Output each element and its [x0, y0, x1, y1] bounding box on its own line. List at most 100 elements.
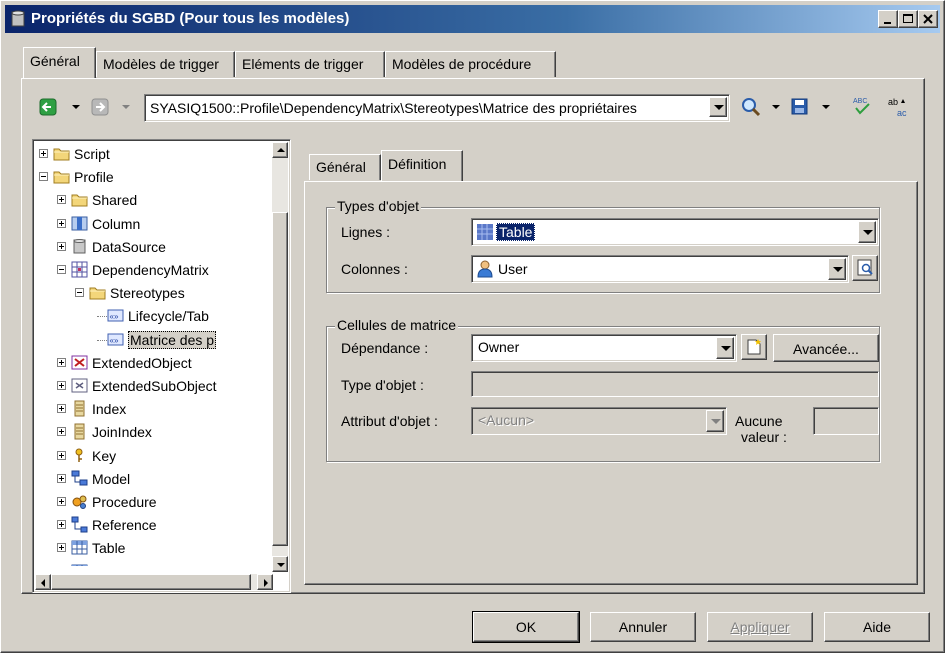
tab-inner-general[interactable]: Général [309, 154, 381, 180]
scroll-up-button[interactable] [272, 142, 288, 158]
tree-horizontal-scrollbar[interactable] [35, 574, 273, 590]
tree-node[interactable]: Tablespace [35, 561, 271, 566]
dependance-combobox[interactable]: Owner [471, 334, 737, 362]
tree-vertical-scrollbar[interactable] [272, 142, 288, 572]
tab-modeles-trigger[interactable]: Modèles de trigger [96, 51, 235, 77]
tree-node[interactable]: Profile [35, 166, 271, 188]
collapse-icon[interactable] [75, 288, 84, 298]
tree-node[interactable]: DependencyMatrix [35, 259, 271, 281]
spellcheck-button[interactable]: ABC [851, 95, 875, 119]
expand-icon[interactable] [57, 473, 66, 483]
colonnes-dropdown-button[interactable] [828, 258, 846, 280]
forward-button[interactable] [91, 98, 111, 116]
save-dropdown-arrow[interactable] [822, 105, 830, 109]
database-icon [11, 10, 25, 27]
expand-icon[interactable] [57, 520, 66, 530]
svg-text:ac: ac [897, 108, 907, 118]
tree-node[interactable]: Shared [35, 189, 271, 211]
tree-node[interactable]: Index [35, 398, 271, 420]
tree-node[interactable]: Script [35, 143, 271, 165]
expand-icon[interactable] [57, 427, 66, 437]
forward-dropdown-arrow[interactable] [122, 105, 130, 109]
tablespace-icon [71, 564, 88, 566]
attribut-objet-combobox[interactable]: <Aucun> [471, 407, 727, 435]
expand-icon[interactable] [57, 218, 66, 228]
expand-icon[interactable] [57, 357, 66, 367]
tree-node[interactable]: Model [35, 468, 271, 490]
find-button[interactable] [741, 97, 763, 117]
group-title: Cellules de matrice [335, 317, 459, 333]
arrow-left-icon [39, 98, 57, 116]
scroll-thumb[interactable] [272, 212, 288, 546]
lignes-combobox[interactable]: Table [471, 218, 879, 246]
tree-node[interactable]: ExtendedSubObject [35, 375, 271, 397]
scroll-left-button[interactable] [35, 574, 51, 590]
collapse-icon[interactable] [57, 265, 66, 274]
procedure-icon [72, 495, 87, 509]
expand-icon[interactable] [57, 195, 66, 205]
tree-node[interactable]: Reference [35, 514, 271, 536]
back-button[interactable] [39, 98, 59, 116]
replace-button[interactable]: ab ac [885, 95, 911, 119]
folder-icon [53, 148, 70, 161]
annuler-button[interactable]: Annuler [590, 612, 696, 642]
tree-node-label: DependencyMatrix [92, 262, 209, 278]
tab-modeles-procedure[interactable]: Modèles de procédure [385, 51, 556, 77]
tab-elements-trigger[interactable]: Eléments de trigger [235, 51, 385, 77]
type-objet-label: Type d'objet : [341, 377, 424, 393]
avancee-button[interactable]: Avancée... [773, 334, 879, 362]
tree-node[interactable]: «» Lifecycle/Tab [35, 305, 271, 327]
close-button[interactable] [918, 10, 938, 28]
expand-icon[interactable] [57, 450, 66, 460]
tree-node[interactable]: Stereotypes [35, 282, 271, 304]
tree-node[interactable]: Procedure [35, 491, 271, 513]
tree-node-label: Key [92, 447, 117, 464]
type-objet-field[interactable] [471, 371, 879, 397]
tab-general[interactable]: Général [23, 47, 96, 78]
appliquer-label: Appliquer [730, 619, 790, 635]
expand-icon[interactable] [57, 241, 66, 251]
colonnes-properties-button[interactable] [852, 255, 878, 281]
appliquer-button[interactable]: Appliquer [707, 612, 813, 642]
tree-view[interactable]: Script Profile Shared Column DataSource Depen… [35, 142, 273, 566]
tree-node[interactable]: Table [35, 537, 271, 559]
expand-icon[interactable] [57, 404, 66, 414]
title-bar[interactable]: Propriétés du SGBD (Pour tous les modèle… [5, 5, 940, 33]
attribut-dropdown-button[interactable] [706, 410, 724, 432]
scroll-right-button[interactable] [257, 574, 273, 590]
save-button[interactable] [791, 98, 811, 116]
path-dropdown-button[interactable] [709, 97, 727, 117]
properties-icon [857, 259, 873, 276]
tree-node[interactable]: DataSource [35, 236, 271, 258]
colonnes-combobox[interactable]: User [471, 255, 849, 283]
tree-node[interactable]: JoinIndex [35, 421, 271, 443]
tree-node[interactable]: Key [35, 445, 271, 467]
tree-node[interactable]: Column [35, 213, 271, 235]
collapse-icon[interactable] [39, 172, 48, 182]
find-dropdown-arrow[interactable] [772, 105, 780, 109]
tab-label: Général [316, 159, 366, 175]
expand-icon[interactable] [57, 497, 66, 506]
floppy-icon [791, 98, 808, 115]
ok-button[interactable]: OK [473, 612, 579, 642]
tree-node[interactable]: «» Matrice des p [35, 329, 271, 351]
tree-node-label: ExtendedSubObject [92, 378, 217, 394]
profile-tree[interactable]: Script Profile Shared Column DataSource Depen… [32, 139, 291, 593]
expand-icon[interactable] [39, 149, 48, 158]
aide-button[interactable]: Aide [824, 612, 930, 642]
scroll-down-button[interactable] [272, 556, 288, 572]
back-dropdown-arrow[interactable] [72, 105, 80, 109]
tree-node[interactable]: ExtendedObject [35, 352, 271, 374]
tab-definition[interactable]: Définition [381, 150, 463, 181]
minimize-button[interactable] [878, 10, 898, 28]
path-combobox[interactable]: SYASIQ1500::Profile\DependencyMatrix\Ste… [144, 94, 730, 122]
aucune-valeur-field[interactable] [813, 407, 879, 435]
new-dependance-button[interactable] [741, 334, 767, 360]
maximize-button[interactable] [898, 10, 918, 28]
lignes-dropdown-button[interactable] [858, 221, 876, 243]
hscroll-thumb[interactable] [51, 574, 251, 590]
expand-icon[interactable] [57, 381, 66, 390]
expand-icon[interactable] [57, 543, 66, 553]
stereotype-icon: «» [107, 309, 124, 322]
dependance-dropdown-button[interactable] [716, 337, 734, 359]
